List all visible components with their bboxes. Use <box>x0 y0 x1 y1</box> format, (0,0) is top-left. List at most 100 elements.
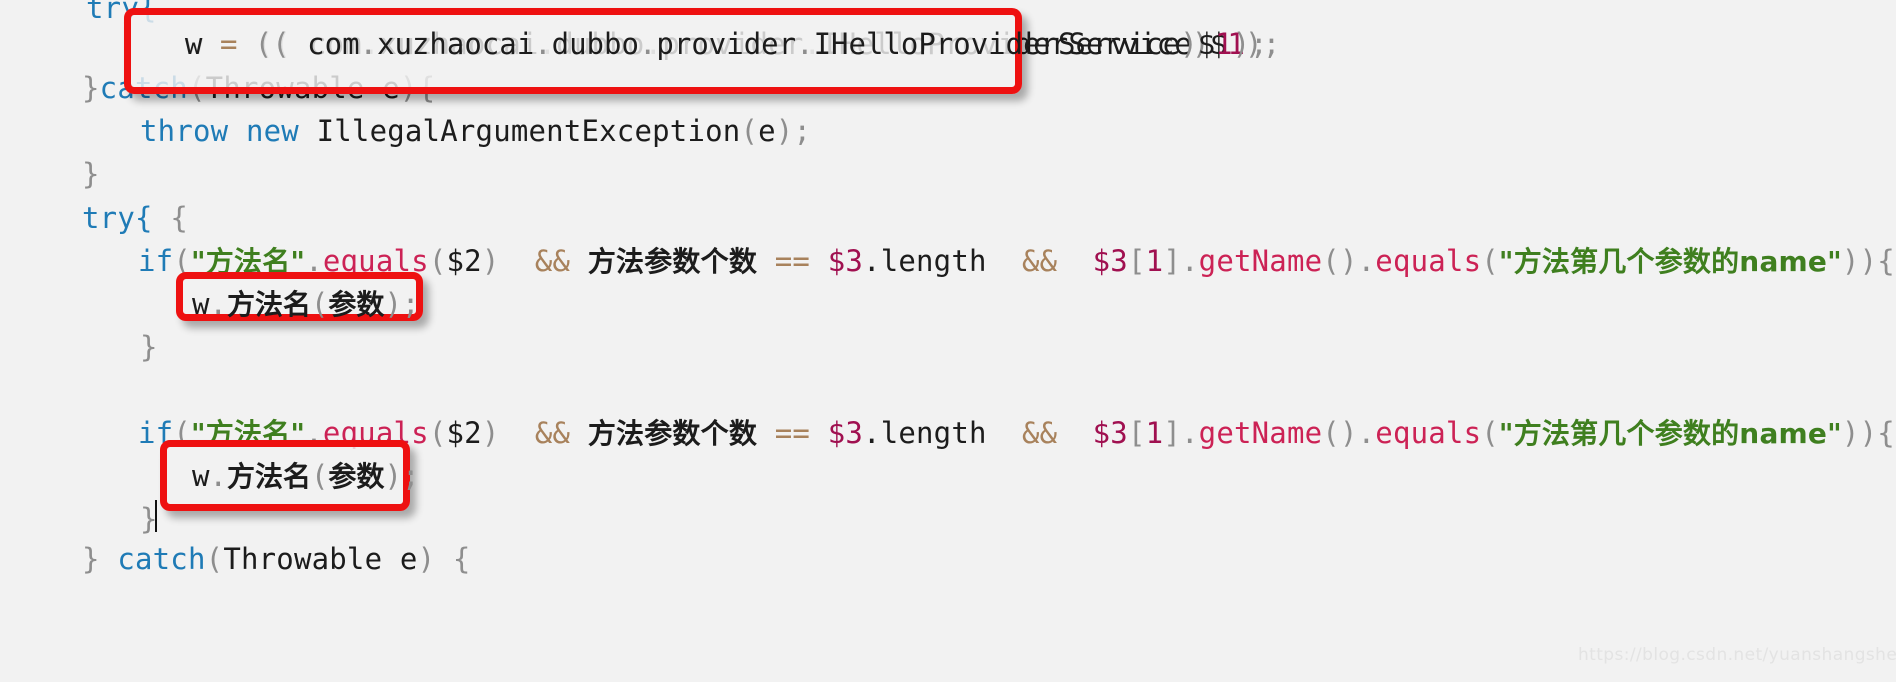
keyword-if: if <box>138 244 174 278</box>
method-equals-2: equals <box>1375 416 1482 450</box>
keyword-throw-new: throw new <box>140 114 299 148</box>
if-tail: )){ <box>1841 416 1895 450</box>
code-content-area[interactable]: try{ w = (( com.xuzhaocai.dubbo.provider… <box>0 0 1896 682</box>
catch-tail: ) { <box>417 542 471 576</box>
csdn-watermark: https://blog.csdn.net/yuanshangshenghuo <box>1578 645 1896 665</box>
equality-operator: == <box>774 244 811 278</box>
string-param-name: "方法第几个参数的name" <box>1498 245 1842 278</box>
catch-param: Throwable e <box>223 542 418 576</box>
array-index: 1 <box>1145 416 1164 450</box>
keyword-catch: catch <box>117 542 206 576</box>
param-dollar-3: $3 <box>827 244 864 278</box>
throw-arg-e: e <box>758 114 776 148</box>
empty-parens: () <box>1322 416 1358 450</box>
open-paren: ( <box>1481 244 1499 278</box>
dot-separator: . <box>534 27 552 61</box>
bracket-open: [ <box>1127 416 1146 450</box>
empty-parens: () <box>1322 244 1358 278</box>
package-xuzhaocai: xuzhaocai <box>377 27 535 61</box>
close-paren: ) <box>384 459 402 493</box>
open-paren: ( <box>740 114 759 148</box>
code-line-try-2: try{}{ <box>82 200 188 236</box>
logical-and-2: && <box>1021 244 1058 278</box>
if-tail: )){ <box>1841 244 1895 278</box>
logical-and-1: && <box>534 244 571 278</box>
param-dollar-2: $2 <box>446 244 482 278</box>
open-paren: ( <box>205 542 224 576</box>
array-index: 1 <box>1145 244 1164 278</box>
dot-separator: . <box>1357 244 1376 278</box>
dot-separator: . <box>359 27 378 61</box>
code-line-close-brace-2: } <box>140 329 158 365</box>
dot-separator: . <box>796 27 814 61</box>
cjk-arguments: 参数 <box>328 460 385 493</box>
open-paren: ( <box>428 244 447 278</box>
cjk-param-count: 方法参数个数 <box>587 245 758 278</box>
variable-w: w <box>150 27 220 61</box>
open-brace-real: { <box>170 201 188 235</box>
close-paren: ) <box>481 244 500 278</box>
variable-w: w <box>192 287 210 321</box>
field-length: .length <box>863 416 987 450</box>
type-illegalargumentexception: IllegalArgumentException <box>298 114 741 148</box>
code-line-throw: throw new IllegalArgumentException(e); <box>140 113 811 149</box>
code-line-close-brace-1: } <box>82 156 100 192</box>
equality-operator: == <box>774 416 811 450</box>
package-provider: provider <box>656 27 797 61</box>
package-dubbo: dubbo <box>551 27 639 61</box>
param-dollar-3b: $3 <box>1092 244 1128 278</box>
dot-separator: . <box>1357 416 1376 450</box>
string-param-name: "方法第几个参数的name" <box>1498 417 1842 450</box>
cjk-param-count: 方法参数个数 <box>587 417 758 450</box>
open-paren: ( <box>428 416 447 450</box>
text-caret <box>155 500 157 532</box>
field-length: .length <box>863 244 987 278</box>
dot-separator: . <box>638 27 657 61</box>
bracket-close: ] <box>1163 416 1181 450</box>
package-com: com <box>289 27 360 61</box>
cjk-method-name: 方法名 <box>226 288 311 321</box>
param-dollar-3: $3 <box>827 416 864 450</box>
close-brace: } <box>82 71 100 105</box>
dot-separator: . <box>1180 416 1199 450</box>
open-paren: ( <box>310 287 329 321</box>
code-editor-screenshot: try{ w = (( com.xuzhaocai.dubbo.provider… <box>0 0 1896 682</box>
statement-end: ); <box>1232 27 1268 61</box>
cast-open-parens: (( <box>237 27 290 61</box>
open-paren: ( <box>310 459 329 493</box>
close-brace: } <box>82 542 118 576</box>
dot-separator: . <box>209 287 227 321</box>
type-ihelloproviderservice: IHelloProviderService <box>813 27 1181 61</box>
bracket-open: [ <box>1127 244 1146 278</box>
param-dollar-2: $2 <box>446 416 482 450</box>
dot-separator: . <box>1180 244 1199 278</box>
bracket-close: ] <box>1163 244 1181 278</box>
boxed-text-method-call-1: w.方法名(参数); <box>192 286 419 323</box>
statement-end: ; <box>401 287 420 321</box>
keyword-try: try{ <box>82 201 153 235</box>
logical-and-1: && <box>534 416 571 450</box>
code-line-catch-2: } catch(Throwable e) { <box>82 541 471 577</box>
variable-w: w <box>192 459 210 493</box>
close-paren: ) <box>384 287 402 321</box>
cast-close-paren: ) <box>1180 27 1198 61</box>
boxed-text-method-call-2: w.方法名(参数); <box>192 458 419 495</box>
statement-end: ; <box>401 459 420 493</box>
dot-separator: . <box>209 459 227 493</box>
param-dollar-3b: $3 <box>1092 416 1128 450</box>
close-brace: } <box>82 157 100 191</box>
close-brace: } <box>140 330 158 364</box>
boxed-text-cast-assignment: w = (( com.xuzhaocai.dubbo.provider.IHel… <box>150 26 1268 62</box>
method-equals-2: equals <box>1375 244 1482 278</box>
logical-and-2: && <box>1021 416 1058 450</box>
open-paren: ( <box>1481 416 1499 450</box>
assign-operator: = <box>219 27 238 61</box>
dollar-sign: $ <box>1197 27 1216 61</box>
close-paren: ) <box>481 416 500 450</box>
arg-index-1: 1 <box>1215 27 1233 61</box>
method-getname: getName <box>1198 416 1323 450</box>
method-getname: getName <box>1198 244 1323 278</box>
cjk-method-name: 方法名 <box>226 460 311 493</box>
statement-end: ); <box>775 114 812 148</box>
cjk-arguments: 参数 <box>328 288 385 321</box>
